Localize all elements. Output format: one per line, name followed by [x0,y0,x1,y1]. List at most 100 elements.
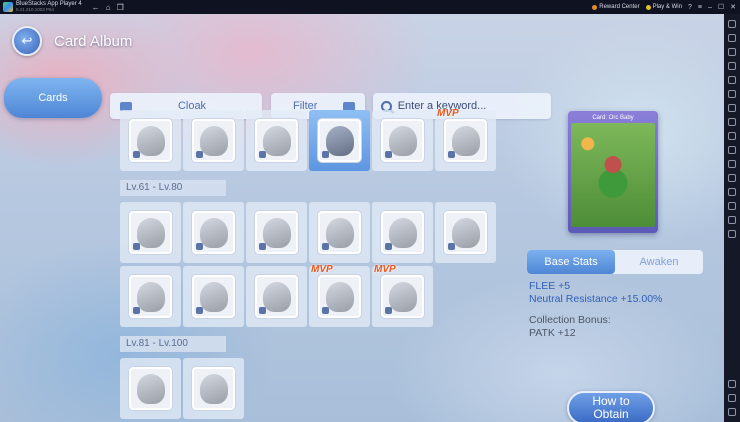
help-icon[interactable]: ? [688,4,692,11]
play-win-button[interactable]: Play & Win [645,4,682,10]
back-nav-icon[interactable] [728,394,736,402]
bag-icon [259,243,266,250]
card-slot[interactable] [183,266,244,327]
mvp-badge: MVP [311,264,333,275]
card-art [451,217,480,248]
shake-icon[interactable] [728,188,736,196]
card-art [388,125,417,156]
volume-icon[interactable] [728,34,736,42]
bag-icon [133,151,140,158]
eco-mode-icon[interactable] [728,160,736,168]
maximize-icon[interactable]: ☐ [718,3,724,11]
emulator-sidebar [724,14,740,422]
mvp-badge: MVP [374,264,396,275]
level-section-label: Lv.61 - Lv.80 [120,180,226,196]
card-slot-selected[interactable] [309,110,370,171]
bag-icon [322,151,329,158]
card-art [136,373,165,404]
back-arrow-icon[interactable]: ← [92,3,100,12]
reward-center-button[interactable]: Reward Center [592,4,640,10]
macro-icon[interactable] [728,132,736,140]
back-arrow-icon: ↩ [21,33,33,48]
home-nav-icon[interactable] [728,408,736,416]
card-slot[interactable] [183,202,244,263]
card-frame [318,275,361,318]
mvp-badge: MVP [437,108,459,119]
obtain-label-line2: Obtain [593,407,629,421]
stat-flee: FLEE +5 [529,280,571,292]
record-icon[interactable] [728,90,736,98]
fullscreen-icon[interactable] [728,20,736,28]
card-slot[interactable]: MVP [372,264,433,327]
card-art [199,373,228,404]
card-art [262,217,291,248]
card-slot[interactable] [372,202,433,263]
back-button[interactable]: ↩ [12,26,42,56]
card-art [451,125,480,156]
bag-icon [259,307,266,314]
tab-cards[interactable]: Cards [4,78,102,118]
card-art [388,281,417,312]
minimize-icon[interactable]: – [708,4,712,11]
screenshot-icon[interactable] [728,76,736,84]
more-icon[interactable] [728,230,736,238]
location-icon[interactable] [728,202,736,210]
bag-icon [385,307,392,314]
menu-icon[interactable]: ≡ [698,4,702,11]
card-frame [381,211,424,254]
card-frame [129,211,172,254]
card-slot[interactable] [120,266,181,327]
tab-base-stats[interactable]: Base Stats [527,250,615,274]
tab-awaken[interactable]: Awaken [615,250,703,274]
card-slot[interactable] [120,358,181,419]
card-frame [318,211,361,254]
card-preview[interactable]: Card: Orc Baby [568,111,658,233]
page-title: Card Album [54,33,133,50]
card-frame [192,119,235,162]
card-frame [444,119,487,162]
rotate-icon[interactable] [728,174,736,182]
card-row: MVP MVP [120,264,433,327]
card-slot[interactable] [246,266,307,327]
close-icon[interactable]: ✕ [730,3,736,11]
card-slot[interactable] [120,110,181,171]
how-to-obtain-button[interactable]: How to Obtain [567,391,655,422]
bag-icon [196,243,203,250]
multi-instance-icon[interactable] [728,146,736,154]
card-slot[interactable] [372,110,433,171]
card-slot[interactable] [435,202,496,263]
folder-icon[interactable] [728,118,736,126]
card-art [199,281,228,312]
card-slot[interactable]: MVP [309,264,370,327]
collection-bonus-value: PATK +12 [529,327,576,339]
card-frame [255,211,298,254]
settings-icon[interactable] [728,380,736,388]
card-preview-image [571,123,655,227]
window-version: 5.21.210.1003 P64 [16,7,55,12]
multi-instance-icon[interactable]: ❐ [117,3,124,12]
card-row: MVP [120,108,496,171]
card-art [136,217,165,248]
card-slot[interactable] [183,358,244,419]
card-slot[interactable]: MVP [435,108,496,171]
card-slot[interactable] [246,202,307,263]
gamepad-icon[interactable] [728,62,736,70]
collection-bonus-label: Collection Bonus: [529,314,611,326]
detail-tabs: Base Stats Awaken [527,250,703,274]
card-frame [192,367,235,410]
sync-icon[interactable] [728,216,736,224]
card-art [262,281,291,312]
card-slot[interactable] [309,202,370,263]
card-slot[interactable] [120,202,181,263]
stats-panel: FLEE +5 Neutral Resistance +15.00% Colle… [529,280,662,340]
apk-install-icon[interactable] [728,104,736,112]
card-slot[interactable] [183,110,244,171]
card-slot[interactable] [246,110,307,171]
card-art [199,217,228,248]
window-titlebar: BlueStacks App Player 4 5.21.210.1003 P6… [0,0,740,14]
home-icon[interactable]: ⌂ [106,3,111,12]
keyboard-icon[interactable] [728,48,736,56]
bag-icon [133,243,140,250]
card-frame [381,275,424,318]
bag-icon [196,151,203,158]
